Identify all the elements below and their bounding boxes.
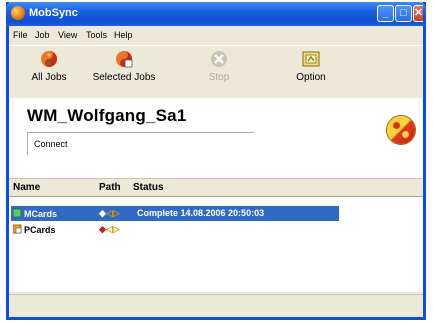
item-name: MCards (24, 209, 58, 219)
column-name-header[interactable]: Name (13, 182, 40, 193)
menu-file[interactable]: File (13, 30, 28, 40)
item-name: PCards (24, 225, 56, 235)
job-panel: WM_Wolfgang_Sa1 Connect (9, 98, 423, 179)
sync-direction-icon: ◆◁▷ (99, 208, 120, 218)
list-item[interactable]: PCards ◆◁▷ (9, 222, 423, 237)
menu-job[interactable]: Job (35, 30, 50, 40)
menu-help[interactable]: Help (114, 30, 133, 40)
column-status-header[interactable]: Status (133, 182, 164, 193)
connection-status: Connect (34, 139, 68, 149)
connection-status-box: Connect (27, 132, 254, 155)
item-status: Complete 14.08.2006 20:50:03 (137, 208, 265, 218)
app-logo-icon (11, 6, 25, 20)
mcards-icon (13, 208, 22, 218)
toolbar: All Jobs Selected Jobs Stop Option (9, 45, 423, 99)
status-bar (9, 294, 423, 315)
title-bar[interactable]: MobSync _ □ ✕ (6, 2, 426, 26)
pcards-icon (13, 224, 22, 234)
stop-label: Stop (208, 72, 230, 83)
selected-jobs-button[interactable]: Selected Jobs (87, 49, 161, 95)
minimize-button[interactable]: _ (377, 5, 394, 22)
menu-bar: File Job View Tools Help (9, 26, 423, 44)
selected-jobs-label: Selected Jobs (92, 72, 156, 83)
window-title: MobSync (29, 7, 78, 19)
menu-tools[interactable]: Tools (86, 30, 107, 40)
option-button[interactable]: Option (291, 49, 331, 95)
app-window: MobSync _ □ ✕ File Job View Tools Help A… (6, 2, 426, 320)
all-jobs-icon (41, 51, 57, 67)
menu-view[interactable]: View (58, 30, 77, 40)
sync-direction-icon: ◆◁▷ (99, 224, 120, 234)
stop-icon (211, 51, 227, 67)
job-list: MCards ◆◁▷ Complete 14.08.2006 20:50:03 … (9, 197, 423, 292)
sync-status-icon (387, 116, 415, 144)
all-jobs-button[interactable]: All Jobs (27, 49, 71, 95)
option-label: Option (296, 72, 326, 83)
item-name-cell: PCards (13, 224, 56, 235)
list-item[interactable]: MCards ◆◁▷ Complete 14.08.2006 20:50:03 (9, 206, 423, 221)
option-icon (302, 51, 320, 67)
selected-jobs-icon (116, 51, 133, 68)
list-header: Name Path Status (9, 180, 423, 197)
maximize-button[interactable]: □ (395, 5, 412, 22)
close-button[interactable]: ✕ (413, 5, 423, 22)
job-title: WM_Wolfgang_Sa1 (27, 106, 187, 125)
column-path-header[interactable]: Path (99, 182, 121, 193)
stop-button[interactable]: Stop (199, 49, 239, 95)
all-jobs-label: All Jobs (31, 72, 67, 83)
item-name-cell: MCards (13, 208, 57, 219)
